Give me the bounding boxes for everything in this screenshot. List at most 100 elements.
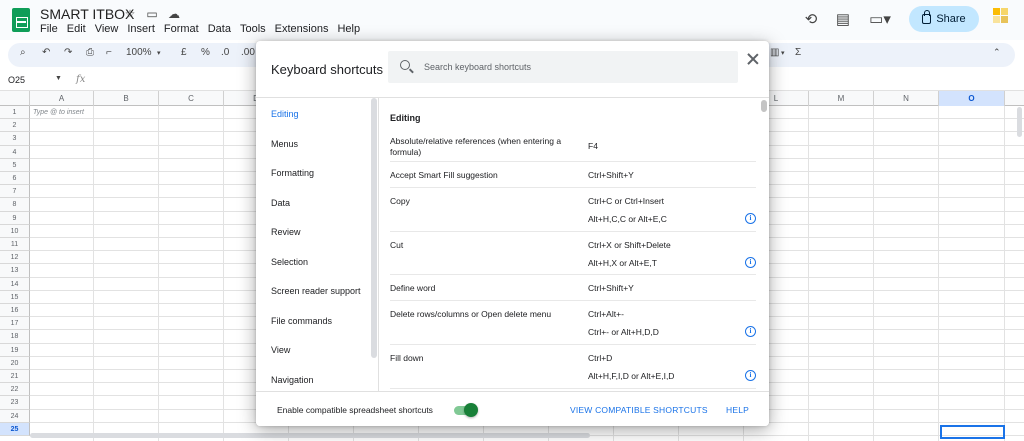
collapse-menus-icon[interactable]: ⌃	[993, 47, 1001, 58]
percent-format-button[interactable]: %	[201, 47, 210, 58]
meet-icon[interactable]: ▭▾	[866, 10, 894, 30]
compat-shortcuts-toggle[interactable]	[454, 403, 478, 417]
chart-icon[interactable]: ▥	[770, 47, 779, 58]
category-menus[interactable]: Menus	[271, 139, 298, 149]
row-header[interactable]: 12	[0, 251, 30, 265]
category-file-commands[interactable]: File commands	[271, 316, 332, 326]
row-header[interactable]: 19	[0, 343, 30, 357]
search-input[interactable]	[424, 59, 724, 75]
row-header[interactable]: 7	[0, 185, 30, 199]
row-header[interactable]: 9	[0, 211, 30, 225]
menu-view[interactable]: View	[95, 23, 119, 35]
shortcut-action: Define word	[390, 283, 436, 293]
column-header[interactable]: C	[159, 91, 224, 106]
row-header[interactable]: 22	[0, 383, 30, 397]
info-icon[interactable]: i	[745, 213, 756, 224]
row-header[interactable]: 15	[0, 290, 30, 304]
menu-data[interactable]: Data	[208, 23, 231, 35]
shortcut-key: Alt+H,C,C or Alt+E,C	[588, 214, 667, 224]
column-header-selected[interactable]: O	[939, 91, 1005, 106]
row-header[interactable]: 3	[0, 132, 30, 146]
row-header[interactable]: 11	[0, 238, 30, 252]
info-icon[interactable]: i	[745, 370, 756, 381]
category-selection[interactable]: Selection	[271, 257, 308, 267]
row-header[interactable]: 6	[0, 172, 30, 186]
cloud-status-icon[interactable]: ☁	[166, 7, 182, 21]
row-header[interactable]: 20	[0, 356, 30, 370]
view-compatible-shortcuts-link[interactable]: VIEW COMPATIBLE SHORTCUTS	[570, 405, 708, 415]
print-icon[interactable]: ⎙	[86, 47, 94, 58]
row-header[interactable]: 4	[0, 145, 30, 159]
search-box[interactable]	[388, 51, 738, 83]
row-header[interactable]: 8	[0, 198, 30, 212]
menu-file[interactable]: File	[40, 23, 58, 35]
folder-move-icon[interactable]: ▭	[144, 7, 160, 21]
decrease-decimal-icon[interactable]: .0	[221, 47, 229, 58]
functions-button[interactable]: Σ	[795, 47, 801, 58]
paint-format-icon[interactable]: ⌐	[106, 47, 112, 58]
row-header[interactable]: 16	[0, 304, 30, 318]
row-header[interactable]: 14	[0, 277, 30, 291]
row-header[interactable]: 23	[0, 396, 30, 410]
row-header[interactable]: 24	[0, 409, 30, 423]
shortcut-key: Ctrl+- or Alt+H,D,D	[588, 327, 659, 337]
document-title[interactable]: SMART ITBOX	[40, 6, 134, 22]
row-header[interactable]: 5	[0, 158, 30, 172]
shortcut-key: Ctrl+Alt+-	[588, 309, 624, 319]
category-data[interactable]: Data	[271, 198, 290, 208]
menu-help[interactable]: Help	[337, 23, 360, 35]
grid-column-line	[223, 106, 224, 441]
help-link[interactable]: HELP	[726, 405, 749, 415]
row-header-selected[interactable]: 25	[0, 422, 30, 436]
select-all-corner[interactable]	[0, 91, 30, 106]
category-review[interactable]: Review	[271, 227, 301, 237]
category-view[interactable]: View	[271, 345, 290, 355]
avatar[interactable]	[993, 8, 1015, 30]
chevron-down-icon[interactable]: ▼	[55, 75, 62, 82]
chevron-down-icon[interactable]: ▾	[781, 49, 785, 57]
sheets-logo-icon[interactable]	[12, 8, 30, 32]
column-header[interactable]: M	[809, 91, 874, 106]
category-navigation[interactable]: Navigation	[271, 375, 314, 385]
row-header[interactable]: 2	[0, 119, 30, 133]
row-header[interactable]: 18	[0, 330, 30, 344]
shortcut-scrollbar[interactable]	[761, 100, 767, 112]
horizontal-scrollbar[interactable]	[30, 433, 590, 438]
share-label: Share	[936, 13, 966, 25]
menu-extensions[interactable]: Extensions	[275, 23, 329, 35]
comment-icon[interactable]: ▤	[834, 10, 852, 30]
search-menus-icon[interactable]: ⌕	[20, 47, 26, 58]
increase-decimal-button[interactable]: .00	[241, 47, 255, 58]
column-header[interactable]: A	[30, 91, 94, 106]
menu-tools[interactable]: Tools	[240, 23, 266, 35]
chevron-down-icon[interactable]: ▾	[157, 49, 161, 57]
info-icon[interactable]: i	[745, 326, 756, 337]
row-header[interactable]: 21	[0, 370, 30, 384]
menu-insert[interactable]: Insert	[127, 23, 155, 35]
name-box[interactable]: O25	[8, 75, 25, 85]
row-header[interactable]: 1	[0, 106, 30, 120]
redo-icon[interactable]: ↷	[64, 47, 72, 58]
menu-format[interactable]: Format	[164, 23, 199, 35]
row-header[interactable]: 10	[0, 224, 30, 238]
undo-icon[interactable]: ↶	[42, 47, 50, 58]
currency-format-button[interactable]: £	[181, 47, 187, 58]
selected-cell[interactable]	[940, 425, 1005, 439]
category-editing[interactable]: Editing	[271, 109, 299, 119]
column-header[interactable]: N	[874, 91, 939, 106]
category-screen-reader-support[interactable]: Screen reader support	[271, 286, 361, 296]
row-header[interactable]: 17	[0, 317, 30, 331]
history-icon[interactable]: ⟲	[802, 10, 820, 30]
menu-edit[interactable]: Edit	[67, 23, 86, 35]
share-button[interactable]: Share	[909, 6, 979, 32]
category-formatting[interactable]: Formatting	[271, 168, 314, 178]
grid-column-line	[808, 106, 809, 441]
close-icon[interactable]	[745, 51, 761, 67]
row-header[interactable]: 13	[0, 264, 30, 278]
category-scrollbar[interactable]	[371, 98, 377, 358]
vertical-scrollbar[interactable]	[1017, 107, 1022, 137]
zoom-select[interactable]: 100%	[126, 47, 152, 58]
info-icon[interactable]: i	[745, 257, 756, 268]
column-header[interactable]: B	[94, 91, 159, 106]
star-icon[interactable]: ☆	[122, 7, 138, 21]
